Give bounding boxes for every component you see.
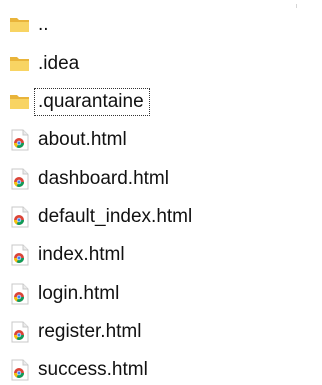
file-entry-label: ..	[38, 14, 49, 35]
folder-icon	[8, 13, 32, 37]
folder-icon	[8, 52, 32, 76]
file-entry-quarantaine-folder[interactable]: .quarantaine	[8, 87, 150, 117]
chrome-html-file-icon	[8, 128, 32, 152]
chrome-html-file-icon	[8, 320, 32, 344]
file-entry-label: default_index.html	[38, 206, 193, 227]
file-entry-login-html[interactable]: login.html	[8, 279, 123, 309]
file-entry-success-html[interactable]: success.html	[8, 355, 152, 385]
chrome-html-file-icon	[8, 243, 32, 267]
chrome-html-file-icon	[8, 282, 32, 306]
file-entry-label: dashboard.html	[38, 168, 169, 189]
folder-icon	[8, 90, 32, 114]
file-entry-about-html[interactable]: about.html	[8, 125, 131, 155]
file-list: .. .idea .quarantaine about.html dashboa…	[0, 0, 322, 383]
file-entry-label: .quarantaine	[34, 88, 150, 116]
chrome-html-file-icon	[8, 167, 32, 191]
decorative-tick	[296, 4, 297, 8]
file-entry-parent-directory[interactable]: ..	[8, 10, 53, 40]
file-entry-register-html[interactable]: register.html	[8, 317, 145, 347]
file-entry-label: success.html	[38, 359, 148, 380]
file-entry-idea-folder[interactable]: .idea	[8, 49, 83, 79]
file-entry-label: login.html	[38, 283, 120, 304]
chrome-html-file-icon	[8, 205, 32, 229]
file-entry-label: index.html	[38, 244, 125, 265]
file-entry-dashboard-html[interactable]: dashboard.html	[8, 164, 173, 194]
file-entry-default-index-html[interactable]: default_index.html	[8, 202, 196, 232]
file-entry-label: .idea	[38, 53, 80, 74]
file-entry-label: about.html	[38, 129, 127, 150]
file-entry-label: register.html	[38, 321, 142, 342]
file-entry-index-html[interactable]: index.html	[8, 240, 129, 270]
chrome-html-file-icon	[8, 358, 32, 382]
